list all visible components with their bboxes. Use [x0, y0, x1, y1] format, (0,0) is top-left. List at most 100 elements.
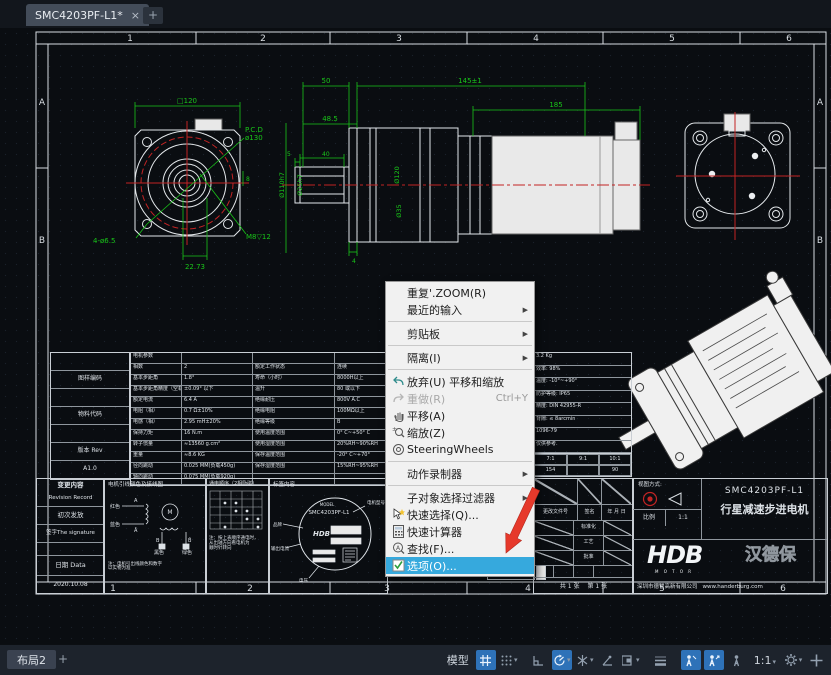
signature-block: 更改文件号 签名 年 月 日 标准化 工艺 批准 共 1 张 第 1 张: [533, 478, 634, 594]
submenu-arrow-icon: ▶: [523, 470, 528, 478]
menu-item-clipboard[interactable]: 剪贴板▶: [386, 325, 534, 342]
code-cell: 版本 Rev: [51, 443, 129, 461]
side-view: 50 145±1 185 48.5 5 40 4 Ø110h7 Ø25h7 Ø1…: [278, 77, 650, 265]
dropdown-caret-icon: ▾: [772, 658, 776, 666]
osnap-icon[interactable]: ▾: [621, 650, 641, 670]
ruler-col-5: 5: [669, 34, 675, 44]
quick-select-icon: [390, 508, 407, 521]
submenu-arrow-icon: ▶: [523, 494, 528, 502]
undo-icon: [390, 375, 407, 388]
menu-item-quick-calc[interactable]: 快速计算器: [386, 523, 534, 540]
document-tab-bar: SMC4203PF-L1* × +: [0, 0, 831, 29]
menu-item-recent-input[interactable]: 最近的输入▶: [386, 301, 534, 318]
svg-text:±: ±: [392, 426, 397, 433]
ortho-icon[interactable]: [529, 650, 549, 670]
dim-dia120: Ø120: [393, 166, 401, 184]
submenu-arrow-icon: ▶: [523, 330, 528, 338]
menu-separator: [388, 461, 532, 462]
annotation-scale-icon[interactable]: [727, 650, 747, 670]
snap-icon[interactable]: ▾: [499, 650, 519, 670]
dim-50: 50: [322, 77, 331, 85]
code-cell: 图样编码: [51, 371, 129, 389]
table-row: 仅供参考.: [534, 441, 631, 454]
ruler-col-1: 1: [127, 34, 133, 44]
menu-item-repeat-zoom[interactable]: 重复'.ZOOM(R): [386, 284, 534, 301]
new-tab-button[interactable]: +: [143, 7, 163, 24]
svg-text:M: M: [167, 509, 172, 516]
sequence-box: 通电顺序（2相励磁） 注：按上表顺序通电时， 从出轴方向看电机为 顺时针转向: [205, 478, 270, 594]
customization-icon[interactable]: [806, 650, 826, 670]
isodraft-icon[interactable]: ▾: [575, 650, 595, 670]
svg-text:输出电流: 输出电流: [271, 545, 289, 552]
menu-item-pan[interactable]: 平移(A): [386, 407, 534, 424]
dim-key-width: 22.73: [185, 263, 205, 271]
find-icon: A: [390, 542, 407, 555]
brand-cn: 汉德保: [745, 546, 796, 565]
auto-annotation-icon[interactable]: [704, 650, 724, 670]
osnap-tracking-icon[interactable]: [598, 650, 618, 670]
svg-text:MODEL: MODEL: [320, 502, 335, 507]
revision-block: 变更内容 Revision Record 初次发放 签字The signatur…: [36, 478, 105, 594]
annotation-scale-value[interactable]: 1:1▾: [750, 654, 780, 667]
website: www.handerburg.com: [703, 584, 763, 590]
steeringwheel-icon: [390, 443, 407, 456]
projection-symbol-cone: [667, 492, 685, 506]
menu-item-zoom[interactable]: ± 缩放(Z): [386, 424, 534, 441]
menu-item-find[interactable]: A 查找(F)...: [386, 540, 534, 557]
code-cell: [51, 389, 129, 407]
wiring-diagram-box: 电机引线颜色及接线图 红色 蓝色 A Ā 黑色 绿色 B B̄ M 注：电机引出…: [103, 478, 207, 594]
menu-item-subobject-filter[interactable]: 子对象选择过滤器▶: [386, 489, 534, 506]
table-row: 电阻（相）0.7 Ω±10% 绝缘电阻100MΩ以上: [131, 408, 387, 419]
menu-item-options[interactable]: 选项(O)...: [386, 557, 534, 574]
dropdown-caret-icon: ▾: [636, 656, 640, 664]
status-bar: 布局2 + 模型 ▾ ▾ ▾ ▾: [0, 644, 831, 675]
ruler-col-6: 6: [786, 34, 792, 44]
close-tab-icon[interactable]: ×: [131, 9, 140, 22]
svg-text:绿色: 绿色: [182, 549, 192, 556]
polar-tracking-icon[interactable]: ▾: [552, 650, 572, 670]
annotation-visibility-icon[interactable]: [681, 650, 701, 670]
dropdown-caret-icon: ▾: [514, 656, 518, 664]
dim-dia35: Ø35: [395, 204, 403, 217]
add-layout-button[interactable]: +: [55, 652, 71, 667]
dim-40: 40: [322, 151, 330, 158]
ruler-row-b-right: B: [817, 236, 823, 246]
menu-item-redo: 重做(R) Ctrl+Y: [386, 390, 534, 407]
menu-separator: [388, 321, 532, 322]
menu-separator: [388, 485, 532, 486]
redo-icon: [390, 392, 407, 405]
dropdown-caret-icon: ▾: [799, 656, 803, 664]
table-row: 相数2 额定工作状态连续: [131, 364, 387, 375]
table-row: 额定电流6.4 A 绝缘耐压800V A.C: [131, 397, 387, 408]
dim-pcd-value: ø130: [245, 134, 263, 142]
ruler-col-2: 2: [260, 34, 266, 44]
lineweight-icon[interactable]: [651, 650, 671, 670]
label-detail: MODEL SMC4203PF-L1 品牌 电机型号 输出电流 电压 HDB: [269, 488, 385, 588]
table-row: 背隙: ≤ 8arcmin: [534, 416, 631, 429]
front-view: □120 P.C.D ø130 4-ø6.5 M8▽12 22.73 8: [93, 97, 271, 271]
model-space-button[interactable]: 模型: [443, 652, 473, 668]
hdb-logo-sub: M O T O R: [655, 570, 693, 574]
settings-gear-icon[interactable]: ▾: [783, 650, 803, 670]
table-row: 电感（相）2.95 mH±20% 绝缘等级B: [131, 419, 387, 430]
dim-tap: M8▽12: [246, 233, 271, 241]
company-name: 深圳市德智高新有限公司: [637, 584, 698, 590]
dim-48-5: 48.5: [322, 115, 338, 123]
menu-item-undo[interactable]: 放弃(U) 平移和缩放: [386, 373, 534, 390]
layout-tab[interactable]: 布局2: [7, 650, 56, 669]
dim-4: 4: [352, 258, 356, 265]
menu-item-steeringwheels[interactable]: SteeringWheels: [386, 441, 534, 458]
dim-pcd-label: P.C.D: [245, 126, 263, 134]
menu-item-quick-select[interactable]: 快速选择(Q)...: [386, 506, 534, 523]
ruler-col-4: 4: [533, 34, 539, 44]
wiring-diagram: 红色 蓝色 A Ā 黑色 绿色 B B̄ M: [104, 488, 204, 560]
menu-item-action-recorder[interactable]: 动作录制器▶: [386, 465, 534, 482]
ruler-row-a-left: A: [39, 98, 46, 108]
menu-item-isolate[interactable]: 隔离(I)▶: [386, 349, 534, 366]
title-product: 行星减速步进电机: [702, 497, 827, 516]
context-menu: 重复'.ZOOM(R) 最近的输入▶ 剪贴板▶ 隔离(I)▶ 放弃(U) 平移和…: [385, 281, 535, 577]
ratio-rows: 7:1 9:1 10:1 154 90: [533, 454, 632, 477]
ruler-col-3: 3: [396, 34, 402, 44]
document-tab[interactable]: SMC4203PF-L1* ×: [26, 4, 149, 26]
grid-icon[interactable]: [476, 650, 496, 670]
